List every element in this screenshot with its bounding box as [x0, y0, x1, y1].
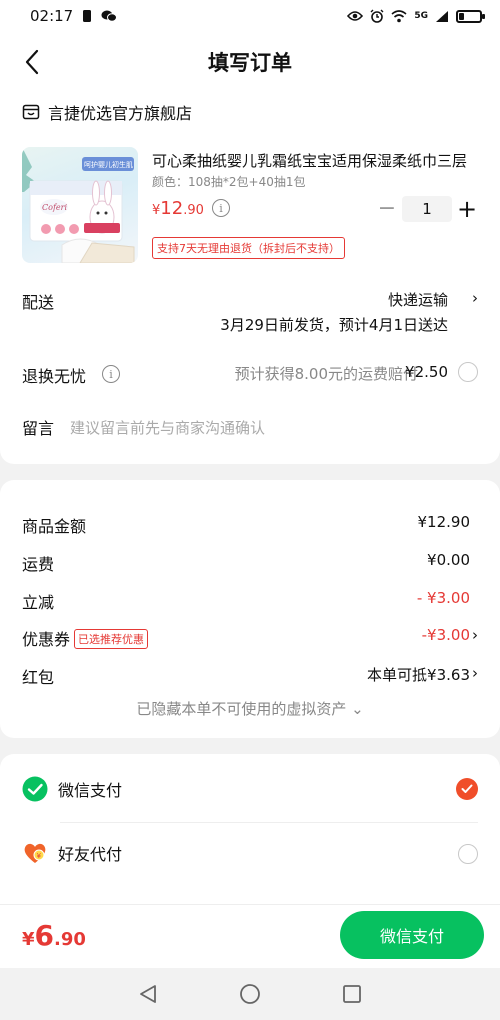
shipping-label: 运费 [22, 555, 55, 574]
delivery-chevron-icon[interactable]: › [472, 289, 478, 307]
shipping-value: ¥0.00 [427, 551, 470, 569]
quantity-stepper: − 1 + [376, 196, 478, 222]
message-input[interactable]: 建议留言前先与商家沟通确认 [70, 417, 265, 438]
friend-pay-heart-icon: ¥ [24, 843, 46, 863]
friend-pay-radio[interactable] [458, 844, 478, 864]
return-insurance-label: 退换无忧 [22, 367, 87, 386]
increase-button[interactable]: + [456, 197, 478, 221]
store-row[interactable]: 言捷优选官方旗舰店 [22, 100, 192, 124]
signal-icon [436, 10, 448, 22]
hidden-assets-toggle[interactable]: 已隐藏本单不可使用的虚拟资产 ⌄ [0, 698, 500, 719]
product-image[interactable]: 呵护婴儿初生肌 Coferi [22, 147, 138, 263]
wifi-icon [391, 9, 407, 22]
network-label: 5G [414, 11, 428, 21]
tissue-box-illustration: 呵护婴儿初生肌 Coferi [22, 147, 135, 263]
delivery-label: 配送 [22, 293, 55, 312]
return-insurance-price: ¥2.50 [405, 363, 448, 381]
system-nav-bar [0, 968, 500, 1020]
return-insurance-radio[interactable] [458, 362, 478, 382]
decrease-button[interactable]: − [376, 198, 398, 220]
payment-option-wechat[interactable]: 微信支付 [22, 758, 478, 820]
price-summary-card: 商品金额 ¥12.90 运费 ¥0.00 立减 - ¥3.00 优惠券 已选推荐优… [0, 480, 500, 738]
nav-bar: 填写订单 [0, 32, 500, 92]
refund-policy-tag: 支持7天无理由退货（拆封后不支持） [152, 237, 345, 259]
friend-pay-label: 好友代付 [58, 845, 123, 864]
wechat-notification-icon [101, 10, 118, 22]
payment-option-friend[interactable]: ¥ 好友代付 [22, 822, 478, 884]
coupon-row[interactable]: 优惠券 已选推荐优惠 [22, 626, 149, 650]
discount-label: 立减 [22, 593, 55, 612]
wechat-pay-label: 微信支付 [58, 781, 123, 800]
product-name[interactable]: 可心柔抽纸婴儿乳霜纸宝宝适用保湿柔纸巾三层 [152, 150, 472, 171]
store-icon [22, 104, 40, 120]
nav-back-icon[interactable] [137, 983, 159, 1005]
wechat-pay-check[interactable] [456, 778, 478, 800]
alarm-icon [370, 9, 384, 23]
payment-methods-card: 微信支付 ¥ 好友代付 [0, 754, 500, 904]
quantity-value[interactable]: 1 [402, 196, 452, 222]
coupon-chevron-icon[interactable]: › [472, 626, 478, 644]
nav-home-icon[interactable] [239, 983, 261, 1005]
status-bar: 02:17 5G [0, 0, 500, 32]
price-info-icon[interactable]: i [212, 199, 230, 217]
image-brand: Coferi [42, 203, 67, 212]
product-spec: 颜色：108抽*2包+40抽1包 [152, 175, 306, 189]
return-insurance-desc: 预计获得8.00元的运费赔付 [234, 365, 418, 383]
goods-amount-label: 商品金额 [22, 517, 87, 536]
order-card: 言捷优选官方旗舰店 呵护婴儿初生肌 Coferi 可心柔抽纸婴儿乳霜纸宝宝适用保… [0, 92, 500, 464]
notification-icon [83, 10, 92, 22]
coupon-value[interactable]: -¥3.00 [422, 626, 470, 644]
goods-amount-value: ¥12.90 [417, 513, 471, 531]
message-label: 留言 [22, 419, 55, 438]
delivery-method[interactable]: 快递运输 [388, 289, 448, 310]
return-insurance-info-icon[interactable]: i [102, 365, 120, 383]
nav-recents-icon[interactable] [341, 983, 363, 1005]
discount-value: - ¥3.00 [416, 589, 470, 607]
total-price: ¥6.90 [22, 919, 86, 952]
battery-icon [456, 9, 485, 23]
red-packet-chevron-icon[interactable]: › [472, 664, 478, 682]
coupon-label: 优惠券 [22, 630, 71, 649]
status-time: 02:17 [30, 7, 74, 25]
page-title: 填写订单 [208, 51, 292, 75]
coupon-recommended-tag: 已选推荐优惠 [74, 629, 149, 649]
check-icon [461, 784, 473, 793]
checkout-bar: ¥6.90 微信支付 [0, 904, 500, 968]
wechat-pay-button[interactable]: 微信支付 [340, 911, 484, 959]
eye-icon [347, 11, 364, 21]
wechat-pay-icon [22, 776, 48, 802]
red-packet-label: 红包 [22, 668, 55, 687]
image-caption: 呵护婴儿初生肌 [84, 160, 133, 169]
svg-text:¥: ¥ [37, 852, 42, 860]
delivery-detail: 3月29日前发货，预计4月1日送达 [220, 316, 448, 334]
red-packet-value[interactable]: 本单可抵¥3.63 [367, 664, 470, 685]
store-name: 言捷优选官方旗舰店 [48, 104, 193, 123]
product-price: ¥12.90 [152, 198, 204, 219]
